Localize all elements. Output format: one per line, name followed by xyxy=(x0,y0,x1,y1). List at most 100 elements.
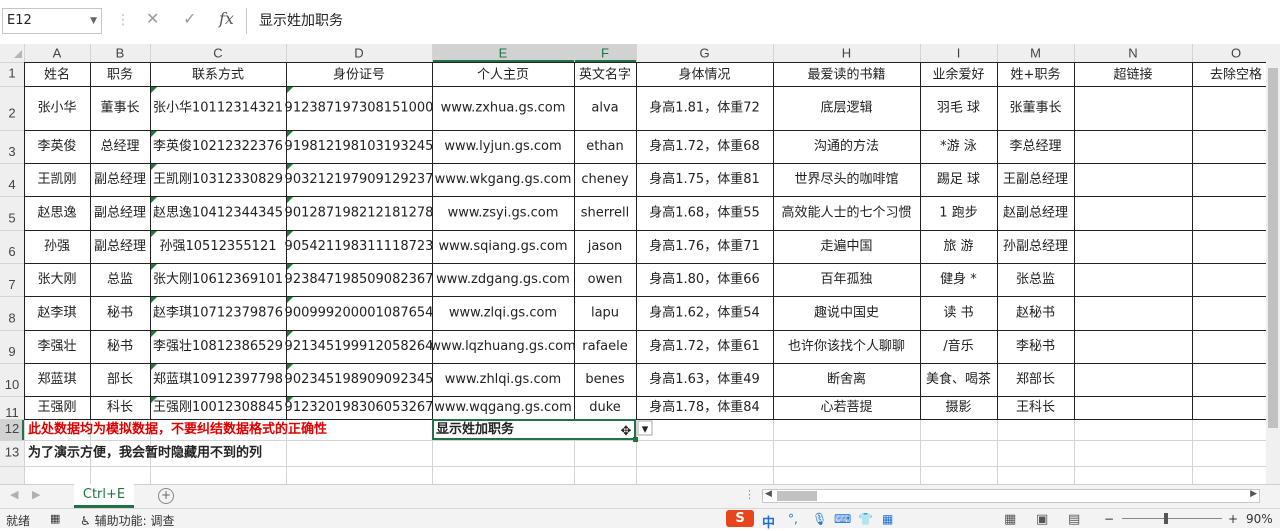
table-cell[interactable]: cheney xyxy=(581,172,629,187)
error-indicator-icon[interactable] xyxy=(287,87,293,93)
page-break-view-icon[interactable]: ▤ xyxy=(1068,512,1080,527)
row-header-13[interactable]: 13 xyxy=(5,444,19,459)
table-cell[interactable]: 总经理 xyxy=(100,139,139,154)
table-header-cell[interactable]: 身体情况 xyxy=(678,67,730,83)
table-cell[interactable]: www.zsyi.gs.com xyxy=(448,206,559,221)
error-indicator-icon[interactable] xyxy=(151,364,157,370)
table-cell[interactable]: lapu xyxy=(591,306,619,321)
table-cell[interactable]: 张大刚 xyxy=(37,272,76,287)
table-cell[interactable]: *游 泳 xyxy=(940,139,977,154)
table-cell[interactable]: 孙强10512355121 xyxy=(160,239,277,254)
row-header-12[interactable]: 12 xyxy=(5,421,19,436)
zoom-level[interactable]: 90% xyxy=(1246,512,1273,526)
skin-icon[interactable]: 👕 xyxy=(858,512,873,526)
table-header-cell[interactable]: 英文名字 xyxy=(579,67,631,83)
table-cell[interactable]: 王强刚 xyxy=(37,400,76,415)
table-cell[interactable]: 李总经理 xyxy=(1009,139,1061,154)
table-cell[interactable]: www.zlqi.gs.com xyxy=(449,306,557,321)
column-header-m[interactable]: M xyxy=(1030,45,1041,60)
chevron-down-icon[interactable]: ▼ xyxy=(90,9,97,33)
table-cell[interactable]: 身高1.81，体重72 xyxy=(649,100,760,116)
table-cell[interactable]: 孙强 xyxy=(44,239,70,254)
table-cell[interactable]: 王科长 xyxy=(1016,400,1055,415)
table-cell[interactable]: 美食、喝茶 xyxy=(926,371,991,387)
table-cell[interactable]: 底层逻辑 xyxy=(820,100,872,116)
table-cell[interactable]: 张小华 xyxy=(37,101,76,116)
table-cell[interactable]: 副总经理 xyxy=(94,206,146,221)
table-cell[interactable]: 912387197308151000 xyxy=(285,101,434,116)
table-cell[interactable]: 趣说中国史 xyxy=(814,306,879,321)
split-handle-icon[interactable]: ⋮ xyxy=(744,488,755,501)
table-cell[interactable]: 健身 * xyxy=(940,271,977,287)
column-header-c[interactable]: C xyxy=(213,45,222,60)
column-header-b[interactable]: B xyxy=(116,45,125,60)
table-cell[interactable]: 1 跑步 xyxy=(939,206,977,221)
horizontal-scrollbar[interactable]: ◀ ▶ xyxy=(762,489,1260,503)
table-header-cell[interactable]: 去除空格 xyxy=(1210,67,1262,83)
table-cell[interactable]: 科长 xyxy=(107,400,133,415)
table-cell[interactable]: 断舍离 xyxy=(827,371,866,387)
table-cell[interactable]: 923847198509082367 xyxy=(285,272,434,287)
drag-handle-icon[interactable]: ⋮ xyxy=(116,12,130,28)
table-cell[interactable]: 身高1.63，体重49 xyxy=(649,371,760,387)
column-header-e[interactable]: E xyxy=(499,45,508,60)
table-cell[interactable]: 秘书 xyxy=(107,306,133,321)
table-cell[interactable]: 副总经理 xyxy=(94,239,146,254)
zoom-slider-thumb[interactable] xyxy=(1164,513,1168,524)
table-cell[interactable]: 李强壮 xyxy=(37,339,76,354)
table-cell[interactable]: 王凯刚 xyxy=(37,172,76,187)
table-header-cell[interactable]: 个人主页 xyxy=(477,68,529,83)
table-cell[interactable]: 身高1.78，体重84 xyxy=(649,399,760,415)
table-cell[interactable]: 身高1.75，体重81 xyxy=(649,171,760,187)
vertical-scroll-thumb[interactable] xyxy=(1268,68,1278,428)
table-cell[interactable]: 孙副总经理 xyxy=(1003,239,1068,254)
table-cell[interactable]: 身高1.68，体重55 xyxy=(649,205,760,221)
row-header-2[interactable]: 2 xyxy=(8,105,15,120)
row-header-11[interactable]: 11 xyxy=(5,405,19,420)
table-cell[interactable]: 张小华10112314321 xyxy=(153,101,283,116)
table-cell[interactable]: 副总经理 xyxy=(94,172,146,187)
table-cell[interactable]: ethan xyxy=(586,139,624,154)
table-cell[interactable]: 李强壮10812386529 xyxy=(153,339,283,354)
table-cell[interactable]: duke xyxy=(589,400,621,415)
table-cell[interactable]: www.wkgang.gs.com xyxy=(435,172,572,187)
zoom-in-button[interactable]: + xyxy=(1228,512,1238,526)
table-cell[interactable]: 踢足 球 xyxy=(937,172,980,187)
scroll-thumb[interactable] xyxy=(777,491,817,501)
column-header-f[interactable]: F xyxy=(601,45,609,60)
sheet-tab-ctrl-e[interactable]: Ctrl+E xyxy=(74,484,134,508)
row-header-1[interactable]: 1 xyxy=(8,65,15,80)
error-indicator-icon[interactable] xyxy=(151,197,157,203)
table-cell[interactable]: www.zdgang.gs.com xyxy=(436,272,570,287)
table-cell[interactable]: 身高1.72，体重68 xyxy=(649,138,760,154)
column-header-i[interactable]: I xyxy=(957,45,961,60)
next-sheet-icon[interactable]: ▶ xyxy=(32,488,40,501)
table-cell[interactable]: 赵李琪 xyxy=(37,306,76,321)
table-cell[interactable]: www.zxhua.gs.com xyxy=(441,101,566,116)
table-cell[interactable]: benes xyxy=(585,372,624,387)
row-header-10[interactable]: 10 xyxy=(5,377,19,392)
table-cell[interactable]: 张董事长 xyxy=(1009,101,1061,116)
table-cell[interactable]: 912320198306053267 xyxy=(285,400,434,415)
table-cell[interactable]: 羽毛 球 xyxy=(937,101,980,116)
table-cell[interactable]: 王强刚10012308845 xyxy=(153,400,283,415)
table-cell[interactable]: 心若菩提 xyxy=(820,399,872,415)
table-cell[interactable]: 郑蓝琪10912397798 xyxy=(153,372,283,387)
punctuation-icon[interactable]: °, xyxy=(788,512,798,526)
table-cell[interactable]: 读 书 xyxy=(943,306,973,321)
table-header-cell[interactable]: 职务 xyxy=(107,67,133,83)
error-indicator-icon[interactable] xyxy=(287,331,293,337)
row-header-9[interactable]: 9 xyxy=(8,344,15,359)
error-indicator-icon[interactable] xyxy=(151,87,157,93)
worksheet-grid[interactable]: A B C D E F G H I M N O 1 2 3 4 5 6 7 8 9 10 11 12 13 姓名 职务 联系方式 身份证… xyxy=(0,44,1280,484)
table-cell[interactable]: 身高1.72，体重61 xyxy=(649,338,760,354)
error-indicator-icon[interactable] xyxy=(287,131,293,137)
error-indicator-icon[interactable] xyxy=(151,297,157,303)
keyboard-icon[interactable]: ⌨ xyxy=(834,512,851,526)
error-indicator-icon[interactable] xyxy=(151,331,157,337)
error-indicator-icon[interactable] xyxy=(287,164,293,170)
scroll-left-icon[interactable]: ◀ xyxy=(765,489,772,499)
table-cell[interactable]: 王凯刚10312330829 xyxy=(153,172,283,187)
toolbox-icon[interactable]: ▦ xyxy=(882,512,893,526)
table-cell[interactable]: 张总监 xyxy=(1016,272,1055,287)
